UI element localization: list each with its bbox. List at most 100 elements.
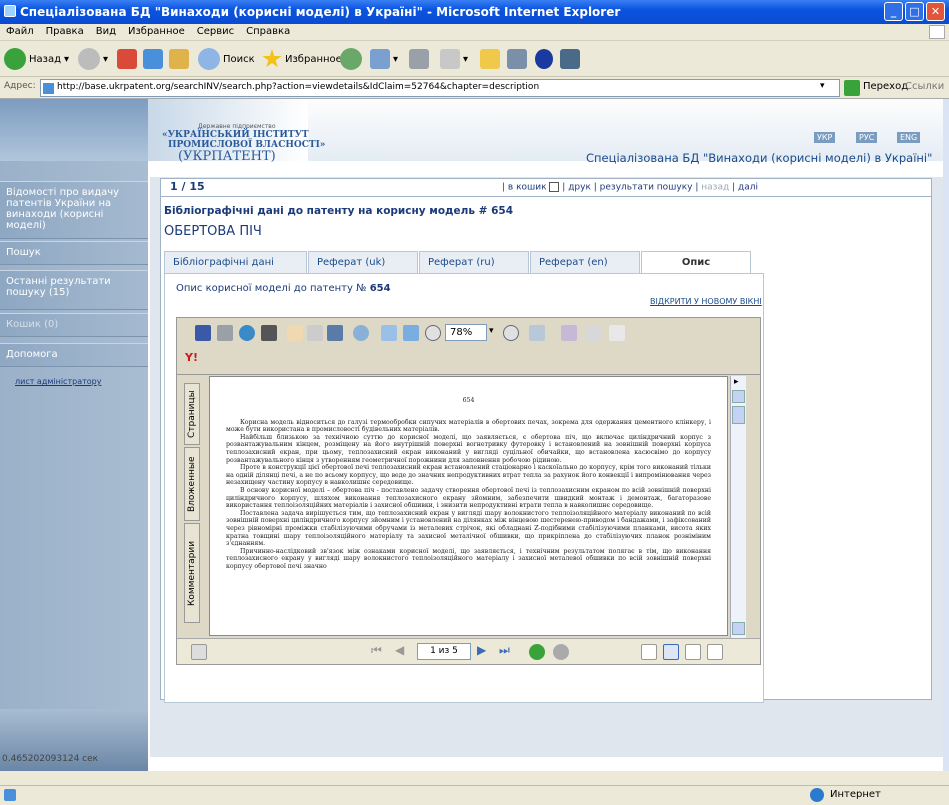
next-page-icon[interactable]: ▶ — [477, 643, 486, 657]
doc-paragraph: Поставлена задача вирішується тим, що те… — [226, 509, 711, 548]
cart-checkbox[interactable] — [549, 182, 560, 192]
lang-ukr[interactable]: УКР — [814, 132, 836, 143]
fit-height-icon[interactable] — [381, 325, 397, 341]
add-to-cart-link[interactable]: в кошик — [508, 183, 547, 193]
search-results-link[interactable]: результати пошуку — [600, 183, 693, 193]
zoom-tool-icon[interactable] — [353, 325, 369, 341]
tab-description[interactable]: Опис — [641, 251, 751, 273]
menu-view[interactable]: Вид — [90, 24, 122, 39]
address-input[interactable]: http://base.ukrpatent.org/searchINV/sear… — [40, 79, 840, 97]
home-button[interactable] — [169, 47, 189, 71]
lang-eng[interactable]: ENG — [897, 132, 921, 143]
go-forward-icon[interactable] — [553, 644, 569, 660]
single-page-icon[interactable] — [641, 644, 657, 660]
rotate-icon[interactable] — [561, 325, 577, 341]
menu-favorites[interactable]: Избранное — [122, 24, 191, 39]
tab-bibliographic[interactable]: Бібліографічні дані — [164, 251, 307, 273]
extra-button[interactable] — [560, 47, 580, 71]
page-number-input[interactable]: 1 из 5 — [417, 643, 471, 660]
menu-tools[interactable]: Сервис — [191, 24, 240, 39]
side-tab-attachments[interactable]: Вложенные — [184, 447, 200, 521]
page-status-icon — [4, 789, 16, 801]
snapshot-icon[interactable] — [327, 325, 343, 341]
print-icon[interactable] — [217, 325, 233, 341]
nav-last-results[interactable]: Останні результати пошуку (15) — [0, 270, 148, 310]
lang-rus[interactable]: РУС — [856, 132, 878, 143]
minimize-button[interactable]: _ — [884, 2, 903, 21]
menu-edit[interactable]: Правка — [40, 24, 90, 39]
hand-tool-icon[interactable] — [287, 325, 303, 341]
scroll-thumb[interactable] — [732, 406, 745, 424]
save-icon[interactable] — [195, 325, 211, 341]
generation-time: 0.465202093124 сек — [2, 754, 99, 764]
search-button[interactable]: Поиск — [198, 47, 255, 71]
page-layout-icon[interactable] — [529, 325, 545, 341]
zone-label: Интернет — [830, 789, 881, 800]
ie-icon — [4, 5, 16, 17]
open-new-window-link[interactable]: ВІДКРИТИ У НОВОМУ ВІКНІ — [650, 297, 762, 306]
bluetooth-button[interactable] — [535, 47, 553, 71]
internet-zone-icon — [810, 788, 824, 802]
go-back-icon[interactable] — [529, 644, 545, 660]
doc-paragraph: Найбільш близькою за технічною суттю до … — [226, 433, 711, 464]
email-icon[interactable] — [239, 325, 255, 341]
close-button[interactable]: ✕ — [926, 2, 945, 21]
refresh-button[interactable] — [143, 47, 163, 71]
menu-help[interactable]: Справка — [240, 24, 296, 39]
doc-scrollbar[interactable]: ▸ — [730, 376, 746, 640]
tab-abstract-uk[interactable]: Реферат (uk) — [308, 251, 418, 273]
text-select-icon[interactable] — [307, 325, 323, 341]
zoom-in-icon[interactable] — [503, 325, 519, 341]
nav-cart[interactable]: Кошик (0) — [0, 313, 148, 337]
last-page-icon[interactable]: ⏭ — [499, 643, 510, 658]
side-tab-comments[interactable]: Комментарии — [184, 523, 200, 623]
facing-icon[interactable] — [685, 644, 701, 660]
history-button[interactable]: ▾ — [370, 47, 398, 71]
zoom-dropdown-icon[interactable]: ▾ — [489, 326, 494, 336]
expand-arrow-icon[interactable]: ▸ — [734, 377, 739, 387]
nav-help[interactable]: Допомога — [0, 343, 148, 367]
tab-abstract-en[interactable]: Реферат (en) — [530, 251, 640, 273]
menu-bar: Файл Правка Вид Избранное Сервис Справка — [0, 24, 949, 41]
scroll-down-arrow[interactable] — [732, 622, 745, 635]
admin-link[interactable]: лист адміністратору — [15, 377, 101, 386]
nav-issue-info[interactable]: Відомості про видачу патентів України на… — [0, 181, 148, 239]
scroll-up-arrow[interactable] — [732, 390, 745, 403]
building-photo — [0, 99, 148, 161]
messenger-button[interactable] — [507, 47, 527, 71]
edit-button[interactable]: ▾ — [440, 47, 468, 71]
copy-icon[interactable] — [609, 325, 625, 341]
first-page-icon[interactable]: ⏮ — [371, 643, 382, 658]
continuous-facing-icon[interactable] — [707, 644, 723, 660]
menu-file[interactable]: Файл — [0, 24, 40, 39]
undo-icon[interactable] — [585, 325, 601, 341]
db-title: Спеціалізована БД "Винаходи (корисні мод… — [586, 151, 933, 165]
nav-search[interactable]: Пошук — [0, 241, 148, 265]
back-button[interactable]: Назад ▾ — [4, 47, 69, 71]
print-button[interactable] — [409, 47, 429, 71]
side-tab-pages[interactable]: Страницы — [184, 383, 200, 445]
zoom-input[interactable]: 78% — [445, 324, 487, 341]
next-link[interactable]: далі — [738, 183, 758, 193]
forward-button[interactable]: ▾ — [78, 47, 108, 71]
continuous-icon[interactable] — [663, 644, 679, 660]
folder-button[interactable] — [480, 47, 500, 71]
stop-button[interactable] — [117, 47, 137, 71]
options-icon[interactable] — [191, 644, 207, 660]
zoom-out-icon[interactable] — [425, 325, 441, 341]
print-link[interactable]: друк — [568, 183, 591, 193]
address-dropdown-icon[interactable]: ▾ — [820, 81, 825, 91]
tab-abstract-ru[interactable]: Реферат (ru) — [419, 251, 529, 273]
maximize-button[interactable]: □ — [905, 2, 924, 21]
media-button[interactable] — [340, 47, 362, 71]
find-icon[interactable] — [261, 325, 277, 341]
links-label[interactable]: Ссылки — [905, 81, 944, 92]
go-button[interactable]: Переход — [863, 81, 908, 92]
page-scrollbar[interactable] — [943, 99, 949, 771]
favorites-button[interactable]: Избранное — [262, 47, 342, 71]
status-bar: Интернет — [0, 785, 949, 805]
prev-page-icon[interactable]: ◀ — [395, 643, 404, 657]
browser-toolbar: Назад ▾ ▾ Поиск Избранное ▾ ▾ — [0, 41, 949, 77]
fit-width-icon[interactable] — [403, 325, 419, 341]
doc-paragraph: Проте в конструкції цієї обертової печі … — [226, 464, 711, 487]
